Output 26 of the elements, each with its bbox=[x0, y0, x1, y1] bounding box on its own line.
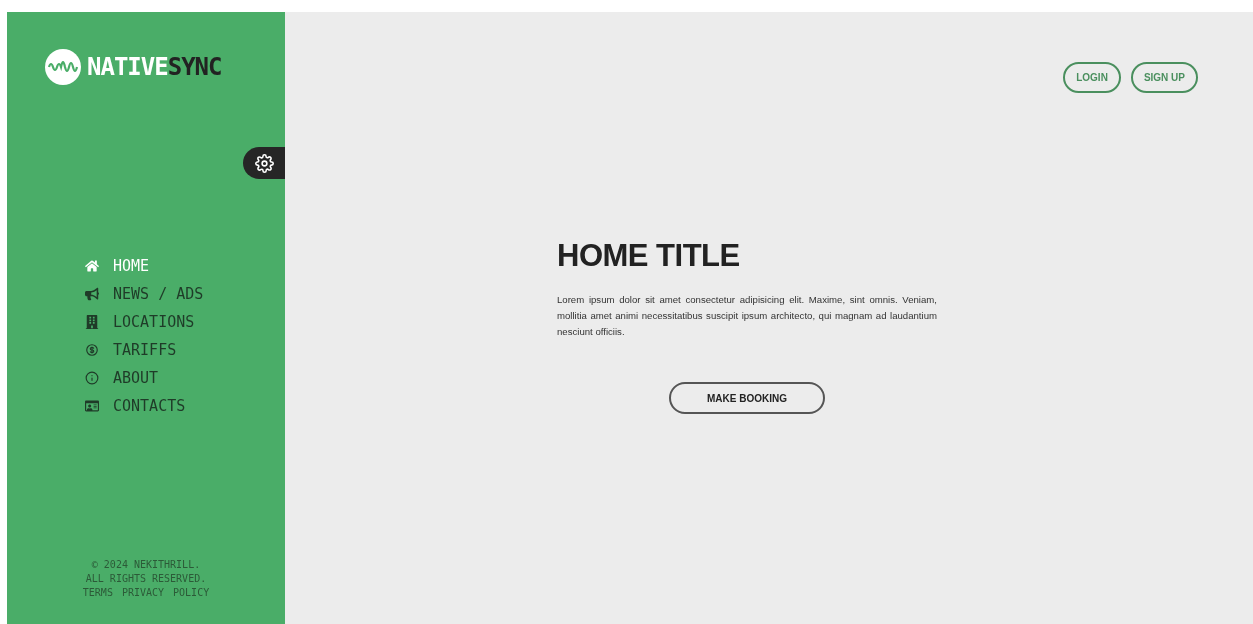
footer-link[interactable]: PRIVACY bbox=[121, 587, 165, 598]
info-icon bbox=[83, 371, 101, 385]
settings-icon bbox=[254, 153, 274, 173]
settings-button[interactable] bbox=[243, 147, 285, 179]
nav-item[interactable]: TARIFFS bbox=[83, 339, 285, 361]
intro-paragraph: Lorem ipsum dolor sit amet consectetur adipisicing elit. Maxime, sint omnis. Veniam, mollitia amet animi necessitatibus suscipit ipsum architecto, qui magnam ad laudantium nesciunt officiis. bbox=[557, 293, 937, 339]
id-card-icon bbox=[83, 399, 101, 413]
megaphone-icon bbox=[83, 287, 101, 301]
logo-icon bbox=[45, 49, 81, 85]
nav-item[interactable]: LOCATIONS bbox=[83, 311, 285, 333]
nav-item[interactable]: HOME bbox=[83, 255, 285, 277]
footer-link[interactable]: POLICY bbox=[173, 587, 210, 598]
signup-button[interactable]: SIGN UP bbox=[1130, 62, 1198, 93]
nav-item[interactable]: ABOUT bbox=[83, 367, 285, 389]
coin-icon bbox=[83, 343, 101, 357]
nav-item[interactable]: NEWS / ADS bbox=[83, 283, 285, 305]
nav-item[interactable]: CONTACTS bbox=[83, 395, 285, 417]
rights-text: ALL RIGHTS RESERVED. bbox=[85, 573, 207, 584]
booking-button[interactable]: MAKE BOOKING bbox=[669, 382, 825, 414]
home-icon bbox=[83, 259, 101, 273]
building-icon bbox=[83, 315, 101, 329]
page-title: HOME TITLE bbox=[557, 238, 741, 274]
footer-link[interactable]: TERMS bbox=[82, 587, 113, 598]
brand-name: NATIVESYNC bbox=[87, 53, 222, 81]
copyright-text: © 2024 NEKITHRILL. bbox=[91, 559, 201, 570]
login-button[interactable]: LOGIN bbox=[1063, 62, 1121, 93]
